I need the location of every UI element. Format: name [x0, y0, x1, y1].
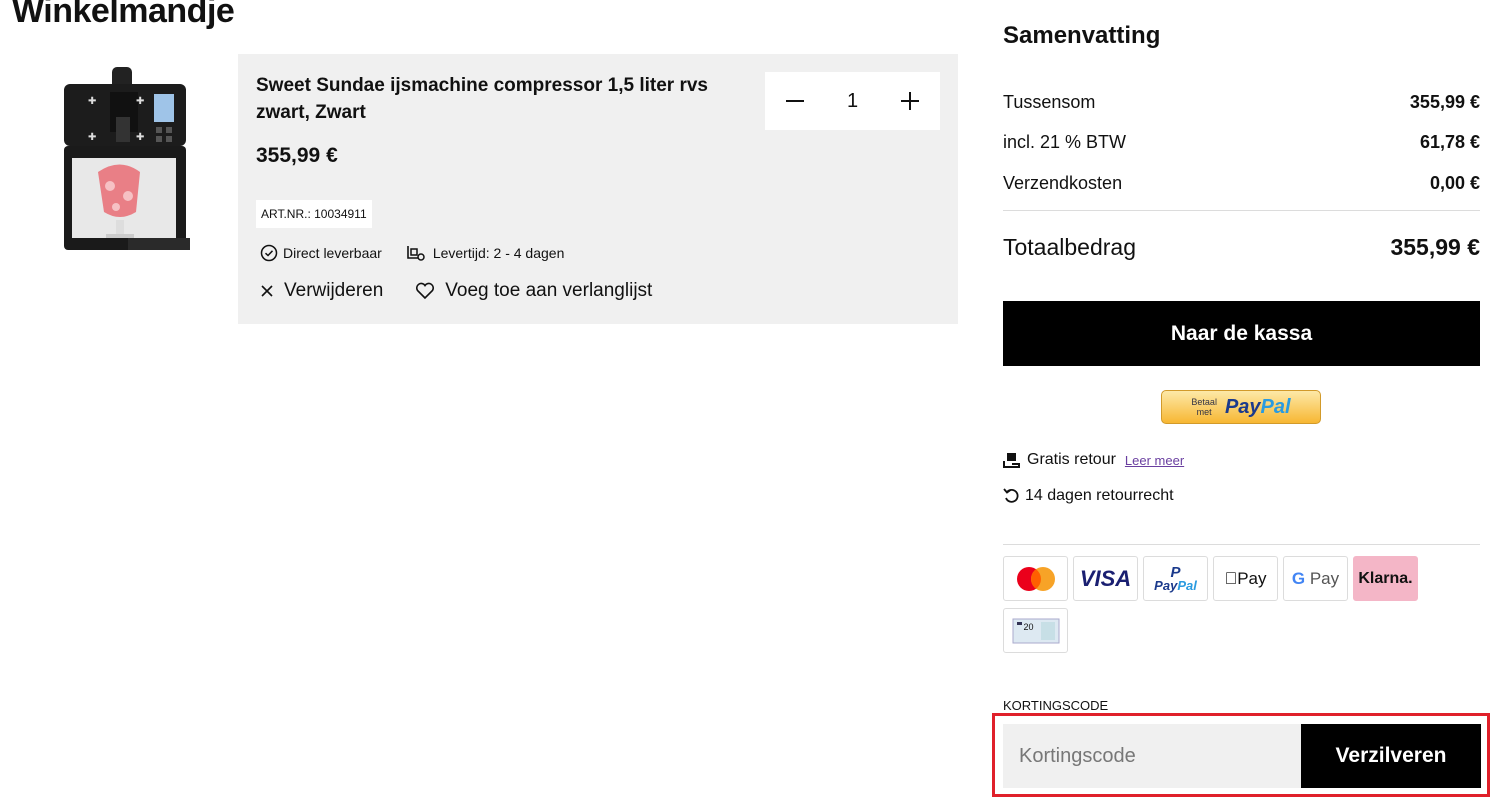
paypal-icon-pay: Pay [1154, 577, 1178, 593]
payment-divider [1003, 544, 1480, 545]
return-right-row: 14 dagen retourrecht [1003, 487, 1174, 505]
subtotal-row: Tussensom 355,99 € [1003, 92, 1480, 113]
paypal-checkout-button[interactable]: Betaal met PayPal [1161, 390, 1321, 424]
mastercard-icon [1003, 556, 1068, 601]
heart-icon [416, 282, 435, 300]
return-box-icon [1003, 453, 1020, 468]
paypal-logo-pal: Pal [1260, 395, 1291, 418]
page-title: Winkelmandje [12, 0, 235, 30]
paypal-logo-pay: Pay [1224, 395, 1261, 418]
check-circle-icon [260, 244, 278, 262]
vat-value: 61,78 € [1419, 132, 1480, 152]
availability-label: Direct leverbaar [283, 245, 382, 261]
google-pay-text: Pay [1309, 568, 1340, 588]
remove-button[interactable]: Verwijderen [260, 280, 383, 302]
wishlist-button[interactable]: Voeg toe aan verlanglijst [415, 280, 652, 302]
minus-icon [786, 100, 804, 102]
redeem-button[interactable]: Verzilveren [1301, 724, 1481, 788]
availability-status: Direct leverbaar [260, 244, 382, 262]
checkout-button[interactable]: Naar de kassa [1003, 301, 1480, 366]
return-arrow-icon [1003, 488, 1019, 503]
apple-pay-icon: Pay [1213, 556, 1278, 601]
banknote-value: 20 [1023, 621, 1034, 632]
delivery-time: Levertijd: 2 - 4 dagen [406, 244, 565, 262]
remove-label: Verwijderen [284, 280, 384, 301]
summary-title: Samenvatting [1003, 22, 1161, 49]
quantity-value[interactable]: 1 [847, 90, 858, 113]
close-icon [261, 285, 273, 297]
svg-text:✚: ✚ [88, 96, 96, 107]
banknote-icon: 20 [1003, 608, 1068, 653]
product-name[interactable]: Sweet Sundae ijsmachine compressor 1,5 l… [256, 72, 746, 126]
total-row: Totaalbedrag 355,99 € [1003, 234, 1480, 261]
quantity-stepper: 1 [765, 72, 940, 130]
visa-icon: VISA [1073, 556, 1138, 601]
svg-text:✚: ✚ [136, 96, 144, 107]
free-return-row: Gratis retour Leer meer [1003, 451, 1184, 469]
paypal-small-text: Betaal met [1191, 397, 1217, 417]
google-pay-icon: G Pay [1283, 556, 1348, 601]
coupon-input[interactable] [1003, 724, 1301, 788]
paypal-icon: P PayPal [1143, 556, 1208, 601]
paypal-logo: PayPal [1225, 396, 1291, 419]
paypal-icon-pal: Pal [1177, 577, 1197, 593]
apple-pay-text: Pay [1230, 568, 1266, 588]
visa-text: VISA [1079, 565, 1132, 591]
delivery-truck-icon [407, 246, 425, 261]
free-return-label: Gratis retour [1027, 451, 1116, 468]
klarna-text: Klarna. [1358, 569, 1413, 587]
article-number: ART.NR.: 10034911 [256, 200, 372, 228]
shipping-label: Verzendkosten [1003, 173, 1123, 193]
payment-methods: VISA P PayPal Pay G Pay Klarna. 20 [1003, 556, 1433, 660]
learn-more-link[interactable]: Leer meer [1125, 453, 1184, 468]
svg-text:✚: ✚ [88, 132, 96, 143]
paypal-small-line2: met [1196, 407, 1212, 417]
coupon-form: Verzilveren [992, 713, 1490, 797]
shipping-row: Verzendkosten 0,00 € [1003, 173, 1480, 194]
subtotal-label: Tussensom [1003, 92, 1096, 112]
vat-row: incl. 21 % BTW 61,78 € [1003, 132, 1480, 153]
wishlist-label: Voeg toe aan verlanglijst [445, 280, 653, 301]
return-right-label: 14 dagen retourrecht [1025, 487, 1174, 504]
coupon-label: KORTINGSCODE [1003, 698, 1109, 713]
product-image[interactable]: ✚ ✚ ✚ ✚ [58, 62, 190, 262]
subtotal-value: 355,99 € [1409, 92, 1480, 112]
cart-item: Sweet Sundae ijsmachine compressor 1,5 l… [238, 54, 958, 324]
summary-divider [1003, 210, 1480, 211]
paypal-small-line1: Betaal [1191, 397, 1217, 407]
vat-label: incl. 21 % BTW [1003, 132, 1127, 152]
decrease-quantity-button[interactable] [783, 89, 807, 113]
total-label: Totaalbedrag [1003, 234, 1136, 260]
delivery-time-label: Levertijd: 2 - 4 dagen [432, 245, 565, 261]
svg-text:✚: ✚ [136, 132, 144, 143]
shipping-value: 0,00 € [1429, 173, 1480, 193]
klarna-icon: Klarna. [1353, 556, 1418, 601]
plus-icon [901, 92, 919, 110]
product-price: 355,99 € [256, 144, 338, 167]
total-value: 355,99 € [1390, 234, 1480, 260]
increase-quantity-button[interactable] [898, 89, 922, 113]
